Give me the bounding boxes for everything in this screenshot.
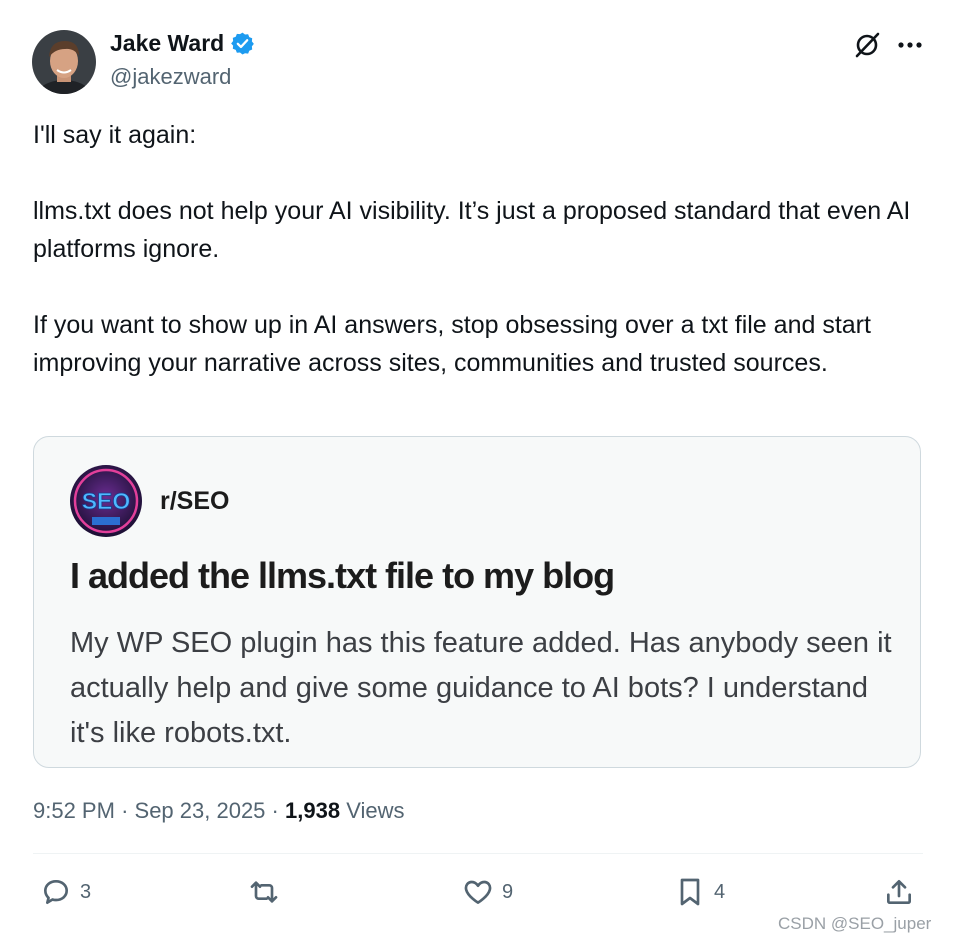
author-handle[interactable]: @jakezward [110, 64, 231, 90]
subreddit-avatar: SEO [70, 465, 142, 537]
tweet-text: I'll say it again: llms.txt does not hel… [33, 116, 933, 382]
bookmark-icon [680, 878, 700, 906]
reply-button[interactable]: 3 [40, 874, 91, 910]
tweet-time[interactable]: 9:52 PM [33, 798, 115, 823]
meta-separator: · [121, 798, 129, 823]
like-icon [464, 880, 492, 904]
more-icon[interactable] [895, 32, 925, 58]
share-icon [887, 880, 911, 904]
grok-icon[interactable] [852, 30, 882, 60]
tweet-paragraph: If you want to show up in AI answers, st… [33, 311, 871, 377]
author-avatar[interactable] [32, 30, 96, 94]
repost-icon [250, 881, 278, 903]
bookmark-count: 4 [714, 880, 726, 903]
quoted-post-body: My WP SEO plugin has this feature added.… [70, 627, 892, 749]
share-button[interactable] [883, 874, 915, 910]
tweet-meta: 9:52 PM · Sep 23, 2025 · 1,938 Views [33, 798, 404, 824]
repost-button[interactable] [248, 874, 288, 910]
meta-separator: · [271, 798, 279, 823]
like-button[interactable]: 9 [462, 874, 513, 910]
verified-badge-icon [231, 32, 255, 55]
reply-icon [44, 880, 68, 904]
bookmark-button[interactable]: 4 [674, 874, 725, 910]
tweet-paragraph: I'll say it again: [33, 121, 197, 149]
action-divider [33, 853, 923, 854]
views-label: Views [346, 798, 405, 823]
author-name-row[interactable]: Jake Ward [110, 30, 255, 57]
author-name[interactable]: Jake Ward [110, 30, 224, 57]
quoted-reddit-card[interactable]: SEO r/SEO I added the llms.txt file to m… [33, 436, 921, 768]
quoted-post-title[interactable]: I added the llms.txt file to my blog [70, 555, 615, 597]
subreddit-name[interactable]: r/SEO [160, 487, 229, 516]
like-count: 9 [502, 880, 514, 903]
reply-count: 3 [80, 880, 92, 903]
watermark: CSDN @SEO_juper [778, 914, 932, 933]
subreddit-avatar-logo: SEO [82, 488, 131, 514]
tweet-paragraph: llms.txt does not help your AI visibilit… [33, 197, 911, 263]
views-count: 1,938 [285, 798, 341, 823]
tweet-date[interactable]: Sep 23, 2025 [135, 798, 266, 823]
